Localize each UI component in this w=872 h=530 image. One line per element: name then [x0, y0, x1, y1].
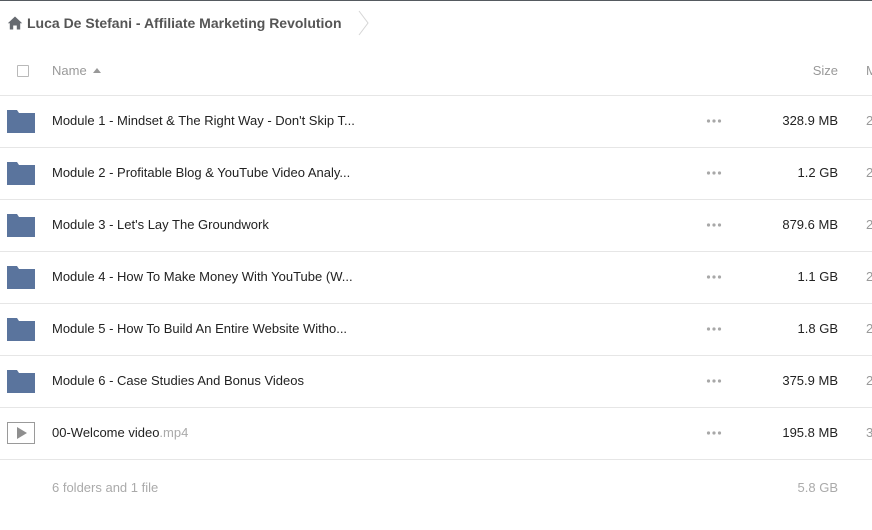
file-basename: 00-Welcome video — [52, 425, 160, 440]
file-row[interactable]: 00-Welcome video.mp4 195.8 MB 3 — [0, 408, 872, 460]
file-size: 1.2 GB — [797, 165, 838, 180]
home-icon — [7, 15, 23, 31]
file-size: 375.9 MB — [782, 373, 838, 388]
modified-column-header[interactable]: M — [866, 63, 872, 78]
file-list-header: Name Size M — [0, 46, 872, 96]
file-row[interactable]: Module 5 - How To Build An Entire Websit… — [0, 304, 872, 356]
file-modified: 2 — [866, 217, 872, 232]
file-name: Module 1 - Mindset & The Right Way - Don… — [52, 113, 355, 128]
name-column-label: Name — [52, 63, 87, 78]
file-list-summary: 6 folders and 1 file 5.8 GB — [0, 470, 872, 504]
name-column-header[interactable]: Name — [52, 63, 101, 78]
file-name: Module 4 - How To Make Money With YouTub… — [52, 269, 353, 284]
more-actions-icon[interactable] — [704, 425, 724, 441]
file-name: Module 6 - Case Studies And Bonus Videos — [52, 373, 304, 388]
more-actions-icon[interactable] — [704, 165, 724, 181]
file-modified: 2 — [866, 269, 872, 284]
folder-icon — [7, 317, 35, 341]
summary-total-size: 5.8 GB — [797, 480, 838, 495]
summary-count: 6 folders and 1 file — [52, 480, 159, 495]
file-extension: .mp4 — [159, 425, 189, 440]
file-modified: 2 — [866, 373, 872, 388]
file-list: Module 1 - Mindset & The Right Way - Don… — [0, 96, 872, 460]
file-modified: 2 — [866, 165, 872, 180]
more-actions-icon[interactable] — [704, 113, 724, 129]
file-row[interactable]: Module 1 - Mindset & The Right Way - Don… — [0, 96, 872, 148]
breadcrumb-label: Luca De Stefani - Affiliate Marketing Re… — [27, 15, 342, 31]
folder-icon — [7, 213, 35, 237]
file-modified: 2 — [866, 321, 872, 336]
more-actions-icon[interactable] — [704, 321, 724, 337]
folder-icon — [7, 369, 35, 393]
sort-ascending-icon — [92, 68, 101, 73]
file-size: 328.9 MB — [782, 113, 838, 128]
file-size: 1.1 GB — [797, 269, 838, 284]
more-actions-icon[interactable] — [704, 373, 724, 389]
file-size: 195.8 MB — [782, 425, 838, 440]
breadcrumb-item-current[interactable]: Luca De Stefani - Affiliate Marketing Re… — [0, 1, 358, 45]
video-file-icon — [7, 421, 35, 445]
more-actions-icon[interactable] — [704, 217, 724, 233]
size-column-header[interactable]: Size — [813, 63, 838, 78]
file-modified: 2 — [866, 113, 872, 128]
file-name: 00-Welcome video.mp4 — [52, 425, 188, 440]
file-name: Module 5 - How To Build An Entire Websit… — [52, 321, 348, 336]
file-row[interactable]: Module 4 - How To Make Money With YouTub… — [0, 252, 872, 304]
file-name: Module 2 - Profitable Blog & YouTube Vid… — [52, 165, 351, 180]
breadcrumb: Luca De Stefani - Affiliate Marketing Re… — [0, 1, 370, 45]
file-row[interactable]: Module 3 - Let's Lay The Groundwork 879.… — [0, 200, 872, 252]
file-row[interactable]: Module 2 - Profitable Blog & YouTube Vid… — [0, 148, 872, 200]
folder-icon — [7, 161, 35, 185]
file-row[interactable]: Module 6 - Case Studies And Bonus Videos… — [0, 356, 872, 408]
folder-icon — [7, 109, 35, 133]
select-all-checkbox[interactable] — [17, 65, 29, 77]
file-size: 879.6 MB — [782, 217, 838, 232]
breadcrumb-chevron-icon — [358, 1, 370, 45]
file-modified: 3 — [866, 425, 872, 440]
more-actions-icon[interactable] — [704, 269, 724, 285]
file-name: Module 3 - Let's Lay The Groundwork — [52, 217, 269, 232]
file-size: 1.8 GB — [797, 321, 838, 336]
folder-icon — [7, 265, 35, 289]
